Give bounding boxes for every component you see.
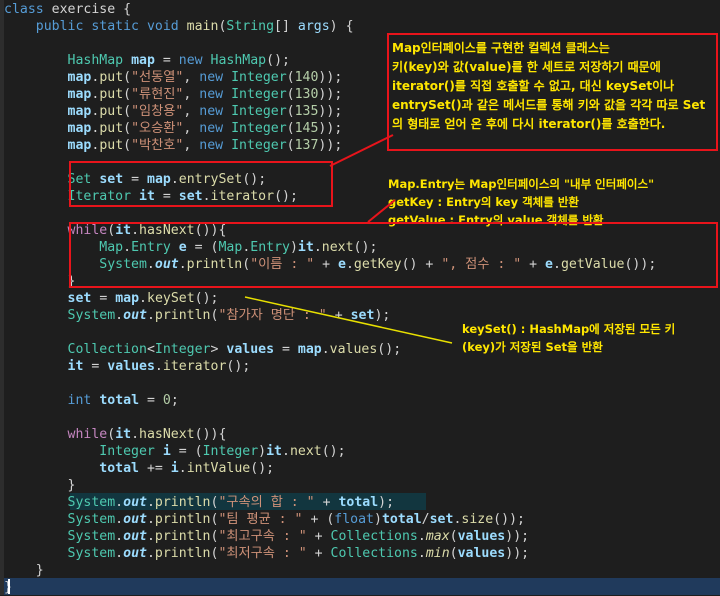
code-line[interactable]: Collection<Integer> values = map.values(… xyxy=(4,341,402,358)
annotation-box-set-iterator xyxy=(69,161,333,207)
current-line-highlight xyxy=(4,578,720,595)
code-line[interactable]: Integer i = (Integer)it.next(); xyxy=(4,443,345,460)
text-cursor xyxy=(8,579,10,594)
code-line[interactable]: System.out.println("팀 평균 : " + (float)to… xyxy=(4,511,525,528)
code-line[interactable]: total += i.intValue(); xyxy=(4,460,274,477)
code-line[interactable]: map.put("임창용", new Integer(135)); xyxy=(4,103,343,120)
code-line[interactable]: while(it.hasNext()){ xyxy=(4,426,227,443)
code-line[interactable]: System.out.println("구속의 합 : " + total); xyxy=(4,494,395,511)
code-line[interactable]: } xyxy=(4,562,44,579)
code-line[interactable]: int total = 0; xyxy=(4,392,179,409)
code-line[interactable]: HashMap map = new HashMap(); xyxy=(4,52,290,69)
code-line[interactable]: } xyxy=(4,273,76,290)
code-line[interactable]: map.put("류현진", new Integer(130)); xyxy=(4,86,343,103)
code-line[interactable]: map.put("박찬호", new Integer(137)); xyxy=(4,137,343,154)
code-line[interactable]: public static void main(String[] args) { xyxy=(4,18,354,35)
code-line[interactable]: map.put("오승환", new Integer(145)); xyxy=(4,120,343,137)
code-line[interactable]: class exercise { xyxy=(4,1,131,18)
code-line[interactable]: } xyxy=(4,477,76,494)
annotation-note-keyset: keySet() : HashMap에 저장된 모든 키 (key)가 저장된 … xyxy=(462,322,676,354)
annotation-note-map-interface: Map인터페이스를 구현한 컬렉션 클래스는 키(key)와 값(value)를… xyxy=(392,41,706,131)
code-line[interactable]: map.put("선동열", new Integer(140)); xyxy=(4,69,343,86)
code-line[interactable]: System.out.println("참가자 명단 : " + set); xyxy=(4,307,391,324)
code-line[interactable]: System.out.println("최고구속 : " + Collectio… xyxy=(4,528,530,545)
code-line[interactable]: it = values.iterator(); xyxy=(4,358,251,375)
code-line[interactable]: System.out.println("최저구속 : " + Collectio… xyxy=(4,545,530,562)
annotation-note-map-entry: Map.Entry는 Map인터페이스의 "내부 인터페이스" getKey :… xyxy=(388,177,655,227)
code-line[interactable]: set = map.keySet(); xyxy=(4,290,219,307)
annotation-box-while-loop xyxy=(69,222,718,288)
